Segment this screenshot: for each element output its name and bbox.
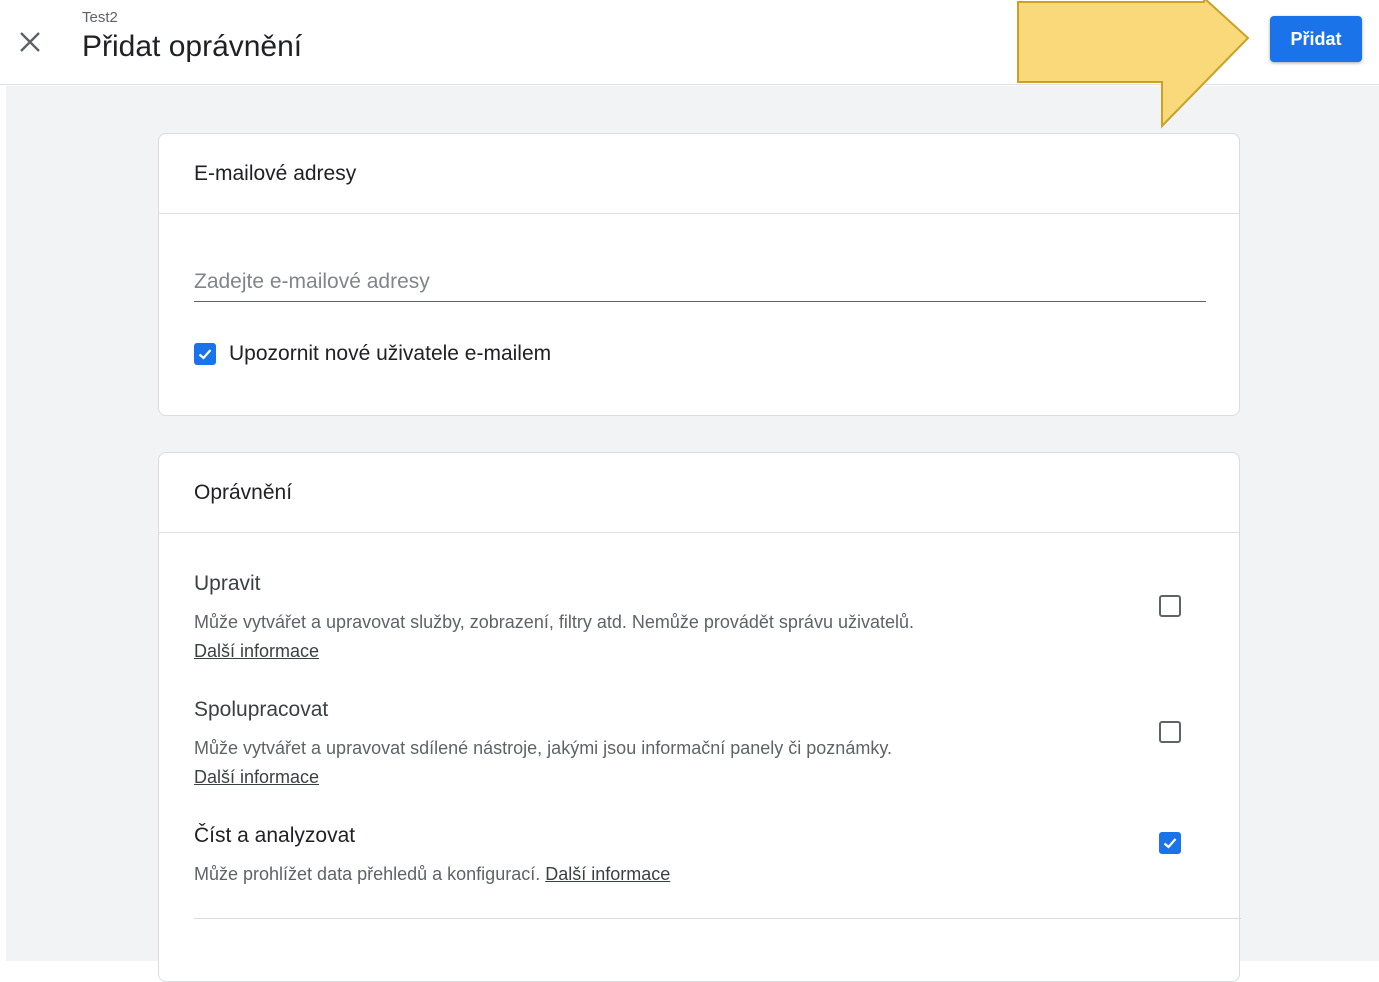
permission-title: Upravit	[194, 572, 261, 595]
permission-collaborate-checkbox[interactable]	[1159, 721, 1181, 743]
permission-description: Může prohlížet data přehledů a konfigura…	[194, 864, 671, 884]
page-title: Přidat oprávnění	[82, 30, 303, 63]
permission-title: Číst a analyzovat	[194, 824, 356, 847]
permission-read-analyze: Číst a analyzovat Může prohlížet data př…	[194, 824, 1206, 889]
learn-more-link[interactable]: Další informace	[194, 767, 319, 787]
notify-label: Upozornit nové uživatele e-mailem	[229, 342, 552, 365]
divider	[194, 918, 1241, 919]
learn-more-link[interactable]: Další informace	[194, 641, 319, 661]
annotation-arrow-icon	[1017, 0, 1250, 129]
permission-description: Může vytvářet a upravovat služby, zobraz…	[194, 612, 914, 661]
permissions-card-title: Oprávnění	[159, 453, 1239, 533]
permission-edit: Upravit Může vytvářet a upravovat služby…	[194, 572, 1206, 666]
email-card: E-mailové adresy Upozornit nové uživatel…	[158, 133, 1240, 416]
email-field-container	[194, 262, 1206, 302]
notify-users-row[interactable]: Upozornit nové uživatele e-mailem	[194, 342, 551, 366]
permission-title: Spolupracovat	[194, 698, 329, 721]
property-name: Test2	[82, 9, 118, 26]
check-icon	[1163, 838, 1177, 849]
permission-read-analyze-checkbox[interactable]	[1159, 832, 1181, 854]
add-button[interactable]: Přidat	[1270, 16, 1362, 62]
main-content: E-mailové adresy Upozornit nové uživatel…	[6, 86, 1379, 982]
permission-description: Může vytvářet a upravovat sdílené nástro…	[194, 738, 892, 787]
check-icon	[198, 349, 212, 360]
learn-more-link[interactable]: Další informace	[545, 864, 670, 884]
close-icon	[20, 32, 40, 52]
email-input[interactable]	[194, 262, 1206, 301]
email-card-title: E-mailové adresy	[159, 134, 1239, 214]
notify-checkbox[interactable]	[194, 343, 216, 365]
permissions-card: Oprávnění Upravit Může vytvářet a upravo…	[158, 452, 1241, 982]
close-button[interactable]	[14, 26, 46, 58]
permission-collaborate: Spolupracovat Může vytvářet a upravovat …	[194, 698, 1206, 792]
permission-edit-checkbox[interactable]	[1159, 595, 1181, 617]
